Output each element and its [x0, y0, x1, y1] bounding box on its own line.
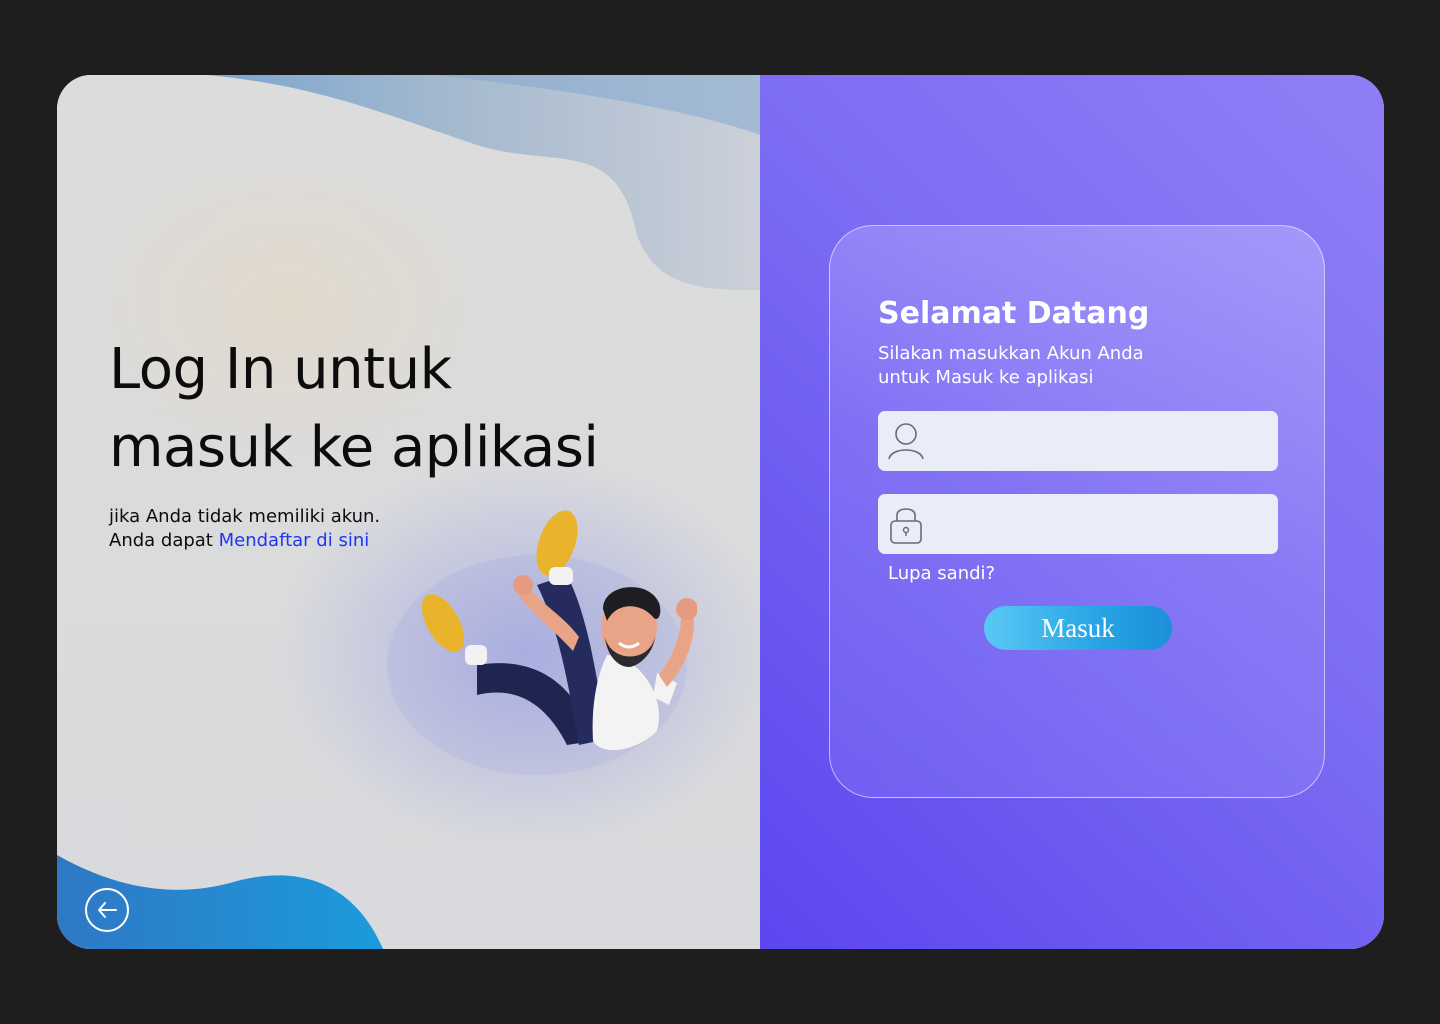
- login-form-card: Selamat Datang Silakan masukkan Akun And…: [829, 225, 1325, 798]
- page-headline: Log In untuk masuk ke aplikasi: [109, 331, 669, 487]
- back-button[interactable]: [85, 888, 129, 932]
- signup-link[interactable]: Mendaftar di sini: [219, 530, 370, 551]
- forgot-password-link[interactable]: Lupa sandi?: [888, 563, 995, 584]
- lock-icon: [878, 494, 934, 554]
- login-button[interactable]: Masuk: [984, 606, 1172, 650]
- top-wave-decoration: [207, 75, 760, 290]
- subtitle-line-1: Silakan masukkan Akun Anda: [878, 343, 1144, 364]
- signup-line-2: Anda dapat Mendaftar di sini: [109, 529, 380, 553]
- password-input[interactable]: [934, 494, 1278, 554]
- left-panel: Log In untuk masuk ke aplikasi jika Anda…: [57, 75, 760, 949]
- signup-prompt: jika Anda tidak memiliki akun. Anda dapa…: [109, 505, 380, 553]
- subtitle-line-2: untuk Masuk ke aplikasi: [878, 367, 1094, 388]
- login-card: Log In untuk masuk ke aplikasi jika Anda…: [57, 75, 1384, 949]
- signup-line-1: jika Anda tidak memiliki akun.: [109, 506, 381, 527]
- signup-prefix: Anda dapat: [109, 530, 219, 551]
- username-field[interactable]: [878, 411, 1278, 471]
- falling-person-illustration: [387, 510, 697, 775]
- username-input[interactable]: [934, 411, 1278, 471]
- user-icon: [878, 411, 934, 471]
- right-panel: Selamat Datang Silakan masukkan Akun And…: [760, 75, 1384, 949]
- login-subtitle: Silakan masukkan Akun Anda untuk Masuk k…: [878, 342, 1208, 390]
- headline-line-2: masuk ke aplikasi: [109, 415, 599, 480]
- welcome-title: Selamat Datang: [878, 296, 1150, 331]
- headline-line-1: Log In untuk: [109, 337, 452, 402]
- arrow-left-icon: [98, 902, 117, 918]
- password-field[interactable]: [878, 494, 1278, 554]
